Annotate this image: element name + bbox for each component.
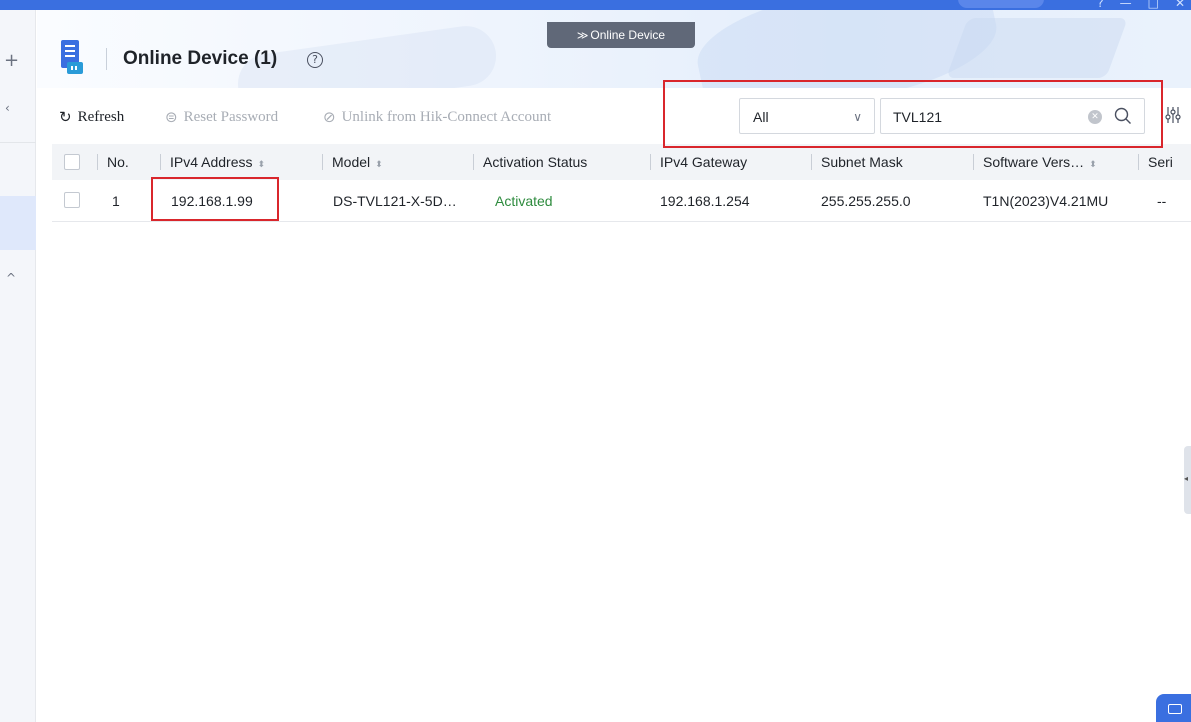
column-settings-icon[interactable] — [1165, 105, 1181, 125]
clear-icon[interactable]: ✕ — [1088, 110, 1102, 124]
column-label: No. — [107, 154, 129, 170]
column-header-ipv4[interactable]: IPv4 Address ⬍ — [160, 144, 266, 180]
column-header-software[interactable]: Software Vers… ⬍ — [973, 144, 1097, 180]
search-box[interactable]: ✕ — [880, 98, 1145, 134]
filter-value: All — [753, 109, 769, 125]
table-row[interactable]: 1 192.168.1.99 DS-TVL121-X-5D… Activated… — [52, 180, 1191, 222]
cell-software: T1N(2023)V4.21MU — [983, 193, 1109, 209]
help-window-icon[interactable]: ? — [1097, 0, 1103, 10]
column-label: IPv4 Gateway — [660, 154, 748, 170]
left-sidebar: + ‹ ^ — [0, 10, 36, 722]
toolkit-button[interactable] — [958, 0, 1044, 8]
reset-password-label: Reset Password — [183, 109, 279, 125]
device-table: No. IPv4 Address ⬍ Model ⬍ Activation Stat… — [52, 144, 1191, 222]
unlink-icon: ⊘ — [323, 108, 336, 126]
online-device-logo-icon — [61, 40, 83, 74]
cell-model: DS-TVL121-X-5D… — [333, 193, 457, 209]
add-icon[interactable]: + — [4, 52, 19, 70]
column-separator — [811, 154, 812, 170]
column-header-no: No. — [97, 144, 129, 180]
chat-button[interactable] — [1156, 694, 1191, 722]
collapse-sidebar-icon[interactable]: ‹ — [5, 102, 10, 114]
cell-activation-status: Activated — [495, 193, 553, 209]
search-icon[interactable] — [1114, 107, 1132, 125]
online-device-tab[interactable]: ≫ Online Device — [547, 22, 695, 48]
column-header-subnet: Subnet Mask — [811, 144, 903, 180]
column-separator — [973, 154, 974, 170]
sidebar-divider — [0, 142, 36, 143]
column-label: Model — [332, 154, 371, 170]
double-chevron-down-icon: ≫ — [576, 29, 589, 42]
filter-dropdown[interactable]: All ∨ — [739, 98, 875, 134]
unlink-button[interactable]: ⊘ Unlink from Hik-Connect Account — [323, 108, 551, 126]
lock-reset-icon: ⊜ — [165, 108, 178, 126]
column-separator — [97, 154, 98, 170]
unlink-label: Unlink from Hik-Connect Account — [341, 109, 552, 125]
cell-subnet: 255.255.255.0 — [821, 193, 911, 209]
cell-serial: -- — [1157, 193, 1167, 209]
sidebar-item-active[interactable] — [0, 196, 36, 250]
column-separator — [160, 154, 161, 170]
cell-gateway: 192.168.1.254 — [660, 193, 750, 209]
sort-icon[interactable]: ⬍ — [258, 160, 266, 170]
column-header-gateway: IPv4 Gateway — [650, 144, 748, 180]
column-label: Activation Status — [483, 154, 588, 170]
toolbar: ↻ Refresh ⊜ Reset Password ⊘ Unlink from… — [37, 88, 1191, 140]
table-header: No. IPv4 Address ⬍ Model ⬍ Activation Stat… — [52, 144, 1191, 180]
cell-ipv4: 192.168.1.99 — [171, 193, 253, 209]
cell-no: 1 — [112, 193, 120, 209]
search-input[interactable] — [893, 106, 1083, 128]
column-header-serial: Seri — [1138, 144, 1173, 180]
sort-icon[interactable]: ⬍ — [1089, 160, 1097, 170]
column-separator — [473, 154, 474, 170]
page-title: Online Device (1) — [123, 48, 278, 69]
minimize-icon[interactable]: — — [1120, 0, 1132, 10]
column-separator — [650, 154, 651, 170]
select-all-checkbox[interactable] — [64, 154, 80, 170]
title-bar: ? — □ ✕ — [0, 0, 1191, 10]
sort-icon[interactable]: ⬍ — [375, 160, 383, 170]
chevron-down-icon: ∨ — [853, 110, 862, 124]
refresh-icon: ↻ — [59, 108, 72, 126]
reset-password-button[interactable]: ⊜ Reset Password — [165, 108, 278, 126]
close-icon[interactable]: ✕ — [1175, 0, 1185, 10]
refresh-button[interactable]: ↻ Refresh — [59, 108, 124, 126]
chevron-left-icon: ◂ — [1184, 474, 1189, 483]
column-separator — [322, 154, 323, 170]
window-controls: ? — □ ✕ — [1097, 0, 1185, 10]
online-device-tab-label: Online Device — [590, 28, 666, 42]
refresh-label: Refresh — [77, 109, 125, 125]
header-separator — [106, 48, 107, 70]
column-label: Seri — [1148, 154, 1173, 170]
row-checkbox[interactable] — [64, 192, 80, 208]
maximize-icon[interactable]: □ — [1148, 0, 1159, 10]
column-header-activation: Activation Status — [473, 144, 588, 180]
column-label: Subnet Mask — [821, 154, 903, 170]
side-panel-handle[interactable]: ◂ — [1184, 446, 1191, 514]
column-label: Software Vers… — [983, 154, 1085, 170]
column-label: IPv4 Address — [170, 154, 253, 170]
header-decoration — [946, 18, 1128, 78]
help-icon[interactable]: ? — [307, 52, 323, 68]
chat-icon — [1168, 704, 1182, 714]
column-header-model[interactable]: Model ⬍ — [322, 144, 383, 180]
column-separator — [1138, 154, 1139, 170]
chevron-up-icon[interactable]: ^ — [6, 272, 16, 284]
